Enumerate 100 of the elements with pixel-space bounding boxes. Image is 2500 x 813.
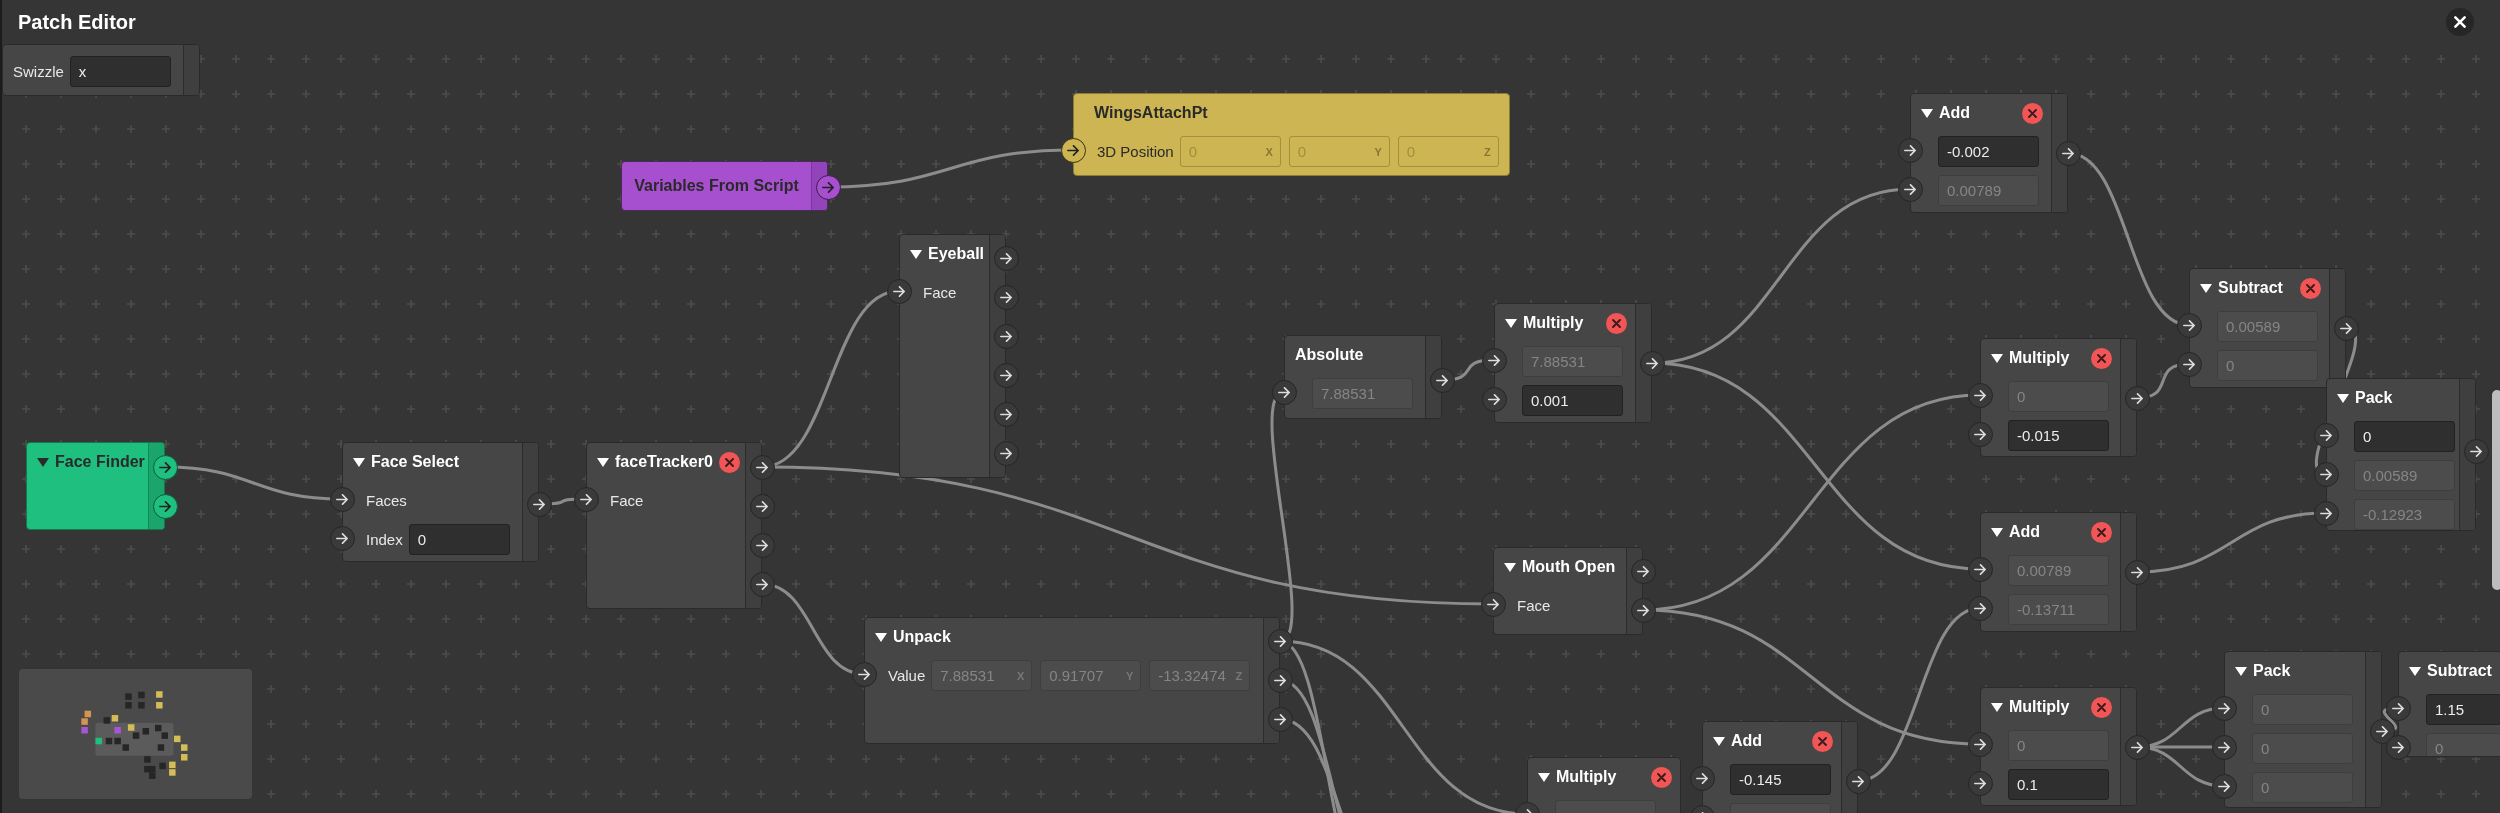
arrow-icon	[1000, 369, 1012, 381]
number-field[interactable]: 0	[408, 524, 510, 555]
arrow-icon	[336, 532, 348, 544]
node-title: Add	[2009, 523, 2041, 541]
remove-button[interactable]	[1812, 730, 1833, 752]
arrow-icon	[1000, 330, 1012, 342]
node-title: Unpack	[893, 628, 951, 646]
number-field[interactable]: 0.1	[2008, 769, 2109, 800]
node-title: Multiply	[1523, 314, 1584, 332]
arrow-icon	[756, 500, 768, 512]
remove-button[interactable]	[2022, 102, 2043, 124]
arrow-icon	[2340, 322, 2352, 334]
remove-button[interactable]	[1606, 312, 1627, 334]
node-title: Multiply	[1556, 768, 1617, 786]
arrow-icon	[1488, 393, 1500, 405]
close-icon	[2097, 702, 2106, 712]
patch-node[interactable]: Add -0.145	[1702, 721, 1858, 813]
arrow-icon	[2131, 741, 2143, 753]
patch-node[interactable]: faceTracker0 Face	[586, 442, 762, 609]
arrow-icon	[2320, 507, 2332, 519]
arrow-icon	[2218, 780, 2230, 792]
close-icon	[2097, 527, 2106, 537]
close-icon	[2454, 16, 2466, 28]
axis-label: Y	[1374, 145, 1382, 158]
arrow-icon	[533, 498, 545, 510]
arrow-icon	[1637, 604, 1649, 616]
number-field[interactable]: 1.15	[2426, 694, 2500, 725]
arrow-icon	[1974, 777, 1986, 789]
arrow-icon	[2392, 702, 2404, 714]
node-title: Subtract	[2218, 279, 2283, 297]
port-label: Faces	[366, 492, 407, 509]
arrow-icon	[1904, 183, 1916, 195]
remove-button[interactable]	[1651, 766, 1672, 788]
remove-button[interactable]	[2091, 347, 2112, 369]
arrow-icon	[1488, 354, 1500, 366]
node-title: Multiply	[2009, 349, 2070, 367]
arrow-icon	[1436, 374, 1448, 386]
arrow-icon	[1278, 386, 1290, 398]
remove-button[interactable]	[2091, 521, 2112, 543]
node-title: Multiply	[2009, 698, 2070, 716]
axis-label: X	[1265, 145, 1273, 158]
node-title: Face Finder	[55, 453, 145, 471]
node-title: Add	[1731, 732, 1763, 750]
number-field[interactable]: -0.145	[1730, 764, 1831, 795]
arrow-icon	[580, 493, 592, 505]
arrow-icon	[159, 500, 171, 512]
node-title: Pack	[2355, 389, 2393, 407]
arrow-icon	[1000, 252, 1012, 264]
close-icon	[2306, 283, 2315, 293]
number-field[interactable]: x	[69, 56, 171, 87]
arrow-icon	[2183, 358, 2195, 370]
arrow-icon	[1974, 602, 1986, 614]
arrow-icon	[1000, 408, 1012, 420]
node-title: Subtract	[2427, 662, 2492, 680]
number-field[interactable]: -0.015	[2008, 420, 2109, 451]
number-field[interactable]: 0.001	[1522, 385, 1623, 416]
window-title: Patch Editor	[18, 10, 136, 34]
arrow-icon	[1974, 738, 1986, 750]
arrow-icon	[2218, 741, 2230, 753]
arrow-icon	[1637, 565, 1649, 577]
arrow-icon	[1974, 428, 1986, 440]
node-title: Add	[1939, 104, 1971, 122]
remove-button[interactable]	[2091, 696, 2112, 718]
node-title: Absolute	[1295, 346, 1364, 364]
arrow-icon	[2320, 468, 2332, 480]
arrow-icon	[1000, 447, 1012, 459]
close-icon	[724, 457, 734, 467]
arrow-icon	[1274, 674, 1286, 686]
minimap[interactable]	[19, 669, 252, 799]
node-title: Variables From Script	[634, 177, 799, 195]
remove-button[interactable]	[718, 451, 740, 473]
port-label: Face	[923, 284, 957, 301]
arrow-icon	[1974, 389, 1986, 401]
port-label: Index	[366, 531, 403, 548]
arrow-icon	[1696, 772, 1708, 784]
axis-label: Z	[1484, 145, 1491, 158]
arrow-icon	[893, 285, 905, 297]
port-label: 3D Position	[1097, 143, 1174, 160]
scrollbar[interactable]	[2492, 390, 2500, 590]
number-field[interactable]: -0.002	[1938, 136, 2039, 167]
collapse-triangle-icon[interactable]	[37, 457, 49, 467]
patch-node[interactable]: Face Select Faces Index 0	[342, 442, 539, 562]
arrow-icon	[2320, 429, 2332, 441]
remove-button[interactable]	[2300, 277, 2321, 299]
patch-node[interactable]: Eyeball Face	[899, 234, 1006, 478]
port-label: Swizzle	[13, 63, 64, 80]
arrow-icon	[2470, 445, 2482, 457]
arrow-icon	[756, 461, 768, 473]
node-title: Mouth Open	[1522, 558, 1616, 576]
patch-node[interactable]: Multiply	[1527, 757, 1681, 813]
arrow-icon	[2392, 741, 2404, 753]
producer-node[interactable]: Face Finder	[26, 442, 165, 530]
arrow-icon	[2218, 702, 2230, 714]
patch-node[interactable]: Mouth Open Face	[1493, 547, 1643, 635]
arrow-icon	[756, 578, 768, 590]
port-label: Face	[610, 492, 644, 509]
close-button[interactable]	[2446, 8, 2474, 36]
patch-node[interactable]: Swizzle x	[2, 44, 200, 96]
arrow-icon	[159, 461, 171, 473]
number-field[interactable]: 0	[2354, 421, 2455, 452]
